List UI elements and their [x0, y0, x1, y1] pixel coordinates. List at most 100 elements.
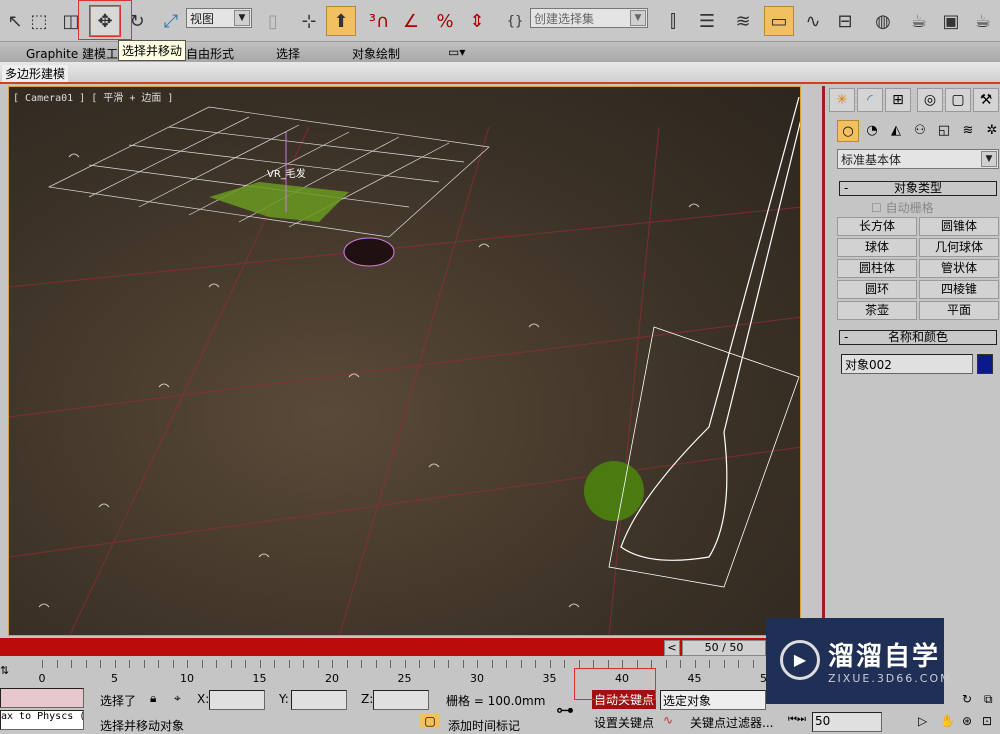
pyramid-button[interactable]: 四棱锥	[919, 280, 999, 299]
lock-icon[interactable]: 🔒︎	[150, 691, 156, 706]
vr-fur-plane	[209, 182, 349, 222]
align-icon[interactable]: ☰	[692, 6, 722, 36]
sphere-button[interactable]: 球体	[837, 238, 917, 257]
tab-object-paint[interactable]: 对象绘制	[352, 45, 400, 62]
object-color-swatch[interactable]	[977, 354, 993, 374]
rotate-icon[interactable]: ↻	[122, 6, 152, 36]
key-filters-button[interactable]: 关键点过滤器...	[690, 714, 773, 731]
render-frame-icon[interactable]: ▣	[936, 6, 966, 36]
geometry-icon[interactable]: ○	[837, 120, 859, 142]
timeline-tick	[738, 660, 739, 668]
tab-graphite[interactable]: Graphite 建模工具	[26, 45, 130, 62]
curve-editor-icon[interactable]: ∿	[798, 6, 828, 36]
time-slider-track[interactable]	[0, 638, 766, 656]
autogrid-checkbox[interactable]: ☐ 自动栅格	[871, 199, 934, 216]
mirror-icon[interactable]: ⫿	[658, 6, 688, 36]
render-setup-icon[interactable]: ☕	[904, 6, 934, 36]
cameras-icon[interactable]: ⚇	[909, 120, 931, 142]
maximize-viewport-icon[interactable]: ⊡	[982, 714, 992, 728]
box-button[interactable]: 长方体	[837, 217, 917, 236]
time-slider[interactable]: 50 / 50	[682, 640, 766, 656]
time-tag-icon[interactable]: ▢	[420, 714, 440, 728]
timeline-tick	[332, 660, 333, 668]
render-icon[interactable]: ☕	[968, 6, 998, 36]
y-coordinate-input[interactable]	[291, 690, 347, 710]
plane-button[interactable]: 平面	[919, 301, 999, 320]
viewport-label[interactable]: [ Camera01 ] [ 平滑 + 边面 ]	[13, 89, 173, 104]
torus-button[interactable]: 圆环	[837, 280, 917, 299]
angle-snap-icon[interactable]: ∠	[396, 6, 426, 36]
hierarchy-icon[interactable]: ⊞	[885, 88, 911, 112]
cone-button[interactable]: 圆锥体	[919, 217, 999, 236]
orbit-icon[interactable]: ⊛	[962, 714, 972, 728]
auto-key-button[interactable]: 自动关键点	[592, 690, 657, 709]
shapes-icon[interactable]: ◔	[861, 120, 883, 142]
modify-icon[interactable]: ◜	[857, 88, 883, 112]
teapot-button[interactable]: 茶壶	[837, 301, 917, 320]
y-label: Y:	[279, 692, 289, 706]
zoom-extents-icon[interactable]: ⧉	[984, 692, 993, 707]
tab-selection[interactable]: 选择	[276, 45, 300, 62]
reference-coord-dropdown[interactable]: 视图 ▼	[186, 8, 252, 28]
maxscript-mini-listener[interactable]	[0, 688, 84, 708]
move-icon[interactable]: ✥	[89, 5, 121, 37]
snap-3d-icon[interactable]: ³∩	[364, 6, 394, 36]
field-of-view-icon[interactable]: ↻	[962, 692, 972, 706]
spinner-snap-icon[interactable]: ⇕	[462, 6, 492, 36]
set-key-icon[interactable]: ⊶	[556, 700, 574, 721]
category-value: 标准基本体	[841, 153, 902, 167]
key-mode-dropdown[interactable]: 选定对象	[660, 690, 766, 710]
material-editor-icon[interactable]: ◍	[868, 6, 898, 36]
track-bar-toggle-icon[interactable]: ⇅	[0, 664, 9, 677]
scene-explorer-icon[interactable]: ▭	[764, 6, 794, 36]
percent-snap-icon[interactable]: %	[430, 6, 460, 36]
pan-icon[interactable]: ✋	[940, 714, 955, 728]
scale-icon[interactable]: ⤢	[156, 6, 186, 36]
lights-icon[interactable]: ◭	[885, 120, 907, 142]
geosphere-button[interactable]: 几何球体	[919, 238, 999, 257]
motion-icon[interactable]: ◎	[917, 88, 943, 112]
timeline-tick-label: 20	[325, 672, 339, 685]
systems-icon[interactable]: ✲	[981, 120, 1000, 142]
timeline-tick-label: 45	[687, 672, 702, 685]
tube-button[interactable]: 管状体	[919, 259, 999, 278]
current-frame-input[interactable]: 50	[812, 712, 882, 732]
space-warps-icon[interactable]: ≋	[957, 120, 979, 142]
tab-freeform[interactable]: 自由形式	[186, 45, 234, 62]
track-bar[interactable]: ⇅ 05101520253035404550	[0, 656, 797, 688]
key-tangent-icon[interactable]: ∿	[663, 713, 673, 727]
keyboard-shortcut-icon[interactable]: ⬆	[326, 6, 356, 36]
utilities-icon[interactable]: ⚒	[973, 88, 999, 112]
pivot-icon[interactable]: ▯	[258, 6, 288, 36]
schematic-icon[interactable]: ⊟	[830, 6, 860, 36]
absolute-mode-icon[interactable]: ⌖	[174, 691, 181, 706]
object-name-input[interactable]: 对象002	[841, 354, 973, 374]
time-config-icon[interactable]: ⏮⏭	[788, 714, 806, 725]
object-type-rollout-header[interactable]: - 对象类型	[839, 181, 997, 196]
timeline-tick	[187, 660, 188, 668]
prev-frame-button[interactable]: <	[664, 640, 680, 656]
named-selection-dropdown[interactable]: 创建选择集 ▼	[530, 8, 648, 28]
x-coordinate-input[interactable]	[209, 690, 265, 710]
cylinder-button[interactable]: 圆柱体	[837, 259, 917, 278]
edit-named-sets-icon[interactable]: {}	[500, 6, 530, 36]
create-icon[interactable]: ✳	[829, 88, 855, 112]
set-key-button[interactable]: 设置关键点	[594, 714, 654, 731]
ribbon-options-icon[interactable]: ▭▾	[448, 45, 465, 59]
helpers-icon[interactable]: ◱	[933, 120, 955, 142]
rect-region-icon[interactable]: ⬚	[24, 6, 54, 36]
watermark-text: 溜溜自学	[828, 642, 941, 672]
camera-viewport[interactable]: VR_毛发 [ Camera01 ] [ 平滑 + 边面 ]	[8, 86, 801, 636]
timeline-tick	[390, 660, 391, 668]
maxscript-output[interactable]: ax to Physcs (	[0, 710, 84, 730]
add-time-tag[interactable]: 添加时间标记	[448, 717, 520, 734]
manipulate-icon[interactable]: ⊹	[294, 6, 324, 36]
tab-polygon-modeling[interactable]: 多边形建模	[2, 65, 69, 82]
category-dropdown[interactable]: 标准基本体 ▼	[837, 149, 999, 169]
window-crossing-icon[interactable]: ◫	[56, 6, 86, 36]
layer-icon[interactable]: ≋	[728, 6, 758, 36]
name-color-rollout-header[interactable]: - 名称和颜色	[839, 330, 997, 345]
display-icon[interactable]: ▢	[945, 88, 971, 112]
z-coordinate-input[interactable]	[373, 690, 429, 710]
play-icon[interactable]: ▷	[918, 714, 927, 728]
